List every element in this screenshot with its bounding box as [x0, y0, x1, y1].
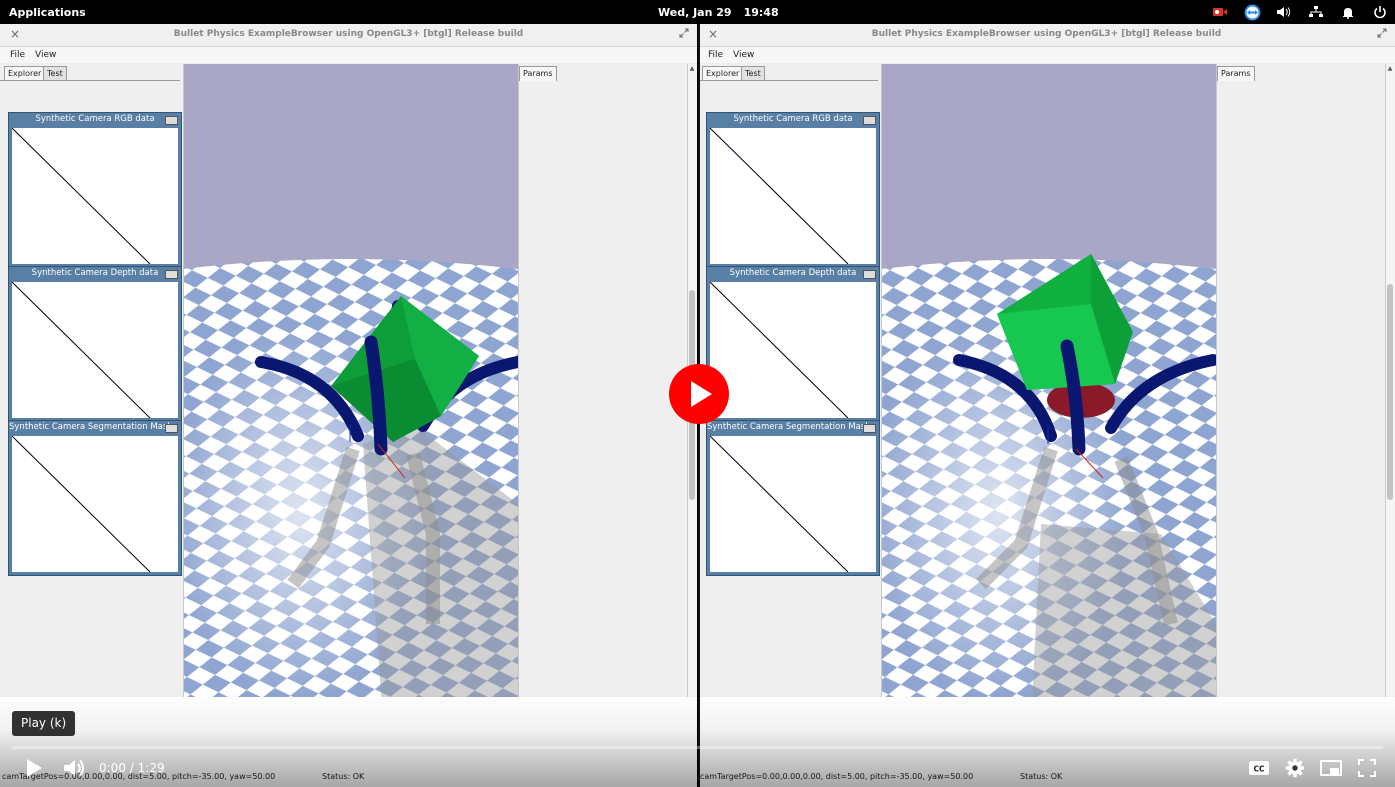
depth-camera-window[interactable]: Synthetic Camera Depth data — [706, 266, 880, 422]
subtitles-icon[interactable]: CC — [1247, 757, 1271, 779]
segmentation-camera-window[interactable]: Synthetic Camera Segmentation Mask — [706, 420, 880, 576]
time-separator: / — [129, 761, 134, 775]
menu-file[interactable]: File — [10, 50, 25, 60]
fullscreen-icon[interactable] — [1355, 757, 1379, 779]
rgb-camera-canvas — [709, 127, 876, 265]
example-browser-window-right: × Bullet Physics ExampleBrowser using Op… — [698, 24, 1395, 787]
params-panel: Params — [1216, 64, 1389, 721]
volume-icon[interactable] — [62, 757, 88, 779]
example-browser-window-left: × Bullet Physics ExampleBrowser using Op… — [0, 24, 697, 787]
depth-camera-title: Synthetic Camera Depth data — [729, 268, 857, 278]
3d-viewport[interactable] — [881, 64, 1216, 721]
rgb-camera-title: Synthetic Camera RGB data — [35, 114, 155, 124]
window-title: Bullet Physics ExampleBrowser using Open… — [871, 29, 1222, 39]
menu-file[interactable]: File — [708, 50, 723, 60]
rgb-camera-window[interactable]: Synthetic Camera RGB data — [8, 112, 182, 268]
3d-viewport[interactable] — [183, 64, 518, 721]
segmentation-camera-title: Synthetic Camera Segmentation Mask — [707, 422, 871, 432]
tab-divider — [698, 80, 878, 81]
segmentation-camera-canvas — [709, 435, 876, 573]
tab-test[interactable]: Test — [43, 66, 67, 81]
menu-view[interactable]: View — [35, 50, 56, 60]
camera-recording-icon[interactable] — [1211, 4, 1229, 20]
minimize-icon[interactable] — [165, 270, 178, 279]
settings-gear-icon[interactable] — [1283, 757, 1307, 779]
vertical-scrollbar[interactable]: ▲ ▼ — [1385, 64, 1395, 721]
params-panel: Params — [518, 64, 691, 721]
depth-camera-window[interactable]: Synthetic Camera Depth data — [8, 266, 182, 422]
rgb-camera-window[interactable]: Synthetic Camera RGB data — [706, 112, 880, 268]
tab-explorer[interactable]: Explorer — [702, 66, 744, 81]
window-titlebar[interactable]: × Bullet Physics ExampleBrowser using Op… — [698, 24, 1395, 47]
menu-bar: File View — [0, 47, 697, 63]
minimize-icon[interactable] — [863, 424, 876, 433]
rgb-camera-title: Synthetic Camera RGB data — [733, 114, 853, 124]
clock[interactable]: Wed, Jan 29 19:48 — [658, 6, 791, 19]
status-text: Status: OK — [1020, 772, 1063, 781]
maximize-icon[interactable] — [679, 28, 689, 38]
tab-explorer[interactable]: Explorer — [4, 66, 46, 81]
tab-divider — [0, 80, 180, 81]
current-time: 0:00 — [99, 761, 126, 775]
network-icon[interactable] — [1307, 4, 1325, 20]
rgb-camera-canvas — [11, 127, 178, 265]
duration: 1:29 — [137, 761, 165, 775]
clock-date: Wed, Jan 29 — [658, 6, 732, 19]
minimize-icon[interactable] — [165, 116, 178, 125]
depth-camera-title: Synthetic Camera Depth data — [31, 268, 159, 278]
depth-camera-canvas — [709, 281, 876, 419]
big-play-button[interactable] — [668, 364, 730, 424]
notification-bell-icon[interactable] — [1339, 4, 1357, 20]
svg-text:CC: CC — [1253, 765, 1265, 774]
tab-params[interactable]: Params — [1217, 66, 1255, 81]
menu-view[interactable]: View — [733, 50, 754, 60]
minimize-icon[interactable] — [165, 424, 178, 433]
clock-time: 19:48 — [743, 6, 779, 19]
system-top-bar: Applications Wed, Jan 29 19:48 — [0, 0, 1395, 24]
status-text: Status: OK — [322, 772, 365, 781]
scroll-up-icon[interactable]: ▲ — [1387, 66, 1393, 72]
play-icon[interactable] — [22, 757, 46, 779]
minimize-icon[interactable] — [863, 116, 876, 125]
camera-position-text: camTargetPos=0.00,0.00,0.00, dist=5.00, … — [700, 772, 974, 781]
explorer-panel: Explorer Test Synthetic Camera RGB data … — [0, 64, 184, 721]
applications-menu[interactable]: Applications — [9, 6, 86, 19]
play-tooltip: Play (k) — [12, 711, 76, 736]
teamviewer-icon[interactable] — [1243, 4, 1261, 20]
segmentation-camera-canvas — [11, 435, 178, 573]
scroll-up-icon[interactable]: ▲ — [689, 66, 695, 72]
tab-test[interactable]: Test — [741, 66, 765, 81]
miniplayer-icon[interactable] — [1319, 757, 1343, 779]
scrollbar-thumb[interactable] — [1387, 284, 1393, 500]
progress-bar[interactable] — [12, 746, 1383, 749]
time-display: 0:00 / 1:29 — [99, 761, 165, 775]
window-title: Bullet Physics ExampleBrowser using Open… — [173, 29, 524, 39]
depth-camera-canvas — [11, 281, 178, 419]
tab-params[interactable]: Params — [519, 66, 557, 81]
minimize-icon[interactable] — [863, 270, 876, 279]
power-icon[interactable] — [1371, 4, 1389, 20]
menu-bar: File View — [698, 47, 1395, 63]
segmentation-camera-title: Synthetic Camera Segmentation Mask — [9, 422, 173, 432]
window-titlebar[interactable]: × Bullet Physics ExampleBrowser using Op… — [0, 24, 697, 47]
segmentation-camera-window[interactable]: Synthetic Camera Segmentation Mask — [8, 420, 182, 576]
volume-icon[interactable] — [1275, 4, 1293, 20]
maximize-icon[interactable] — [1377, 28, 1387, 38]
